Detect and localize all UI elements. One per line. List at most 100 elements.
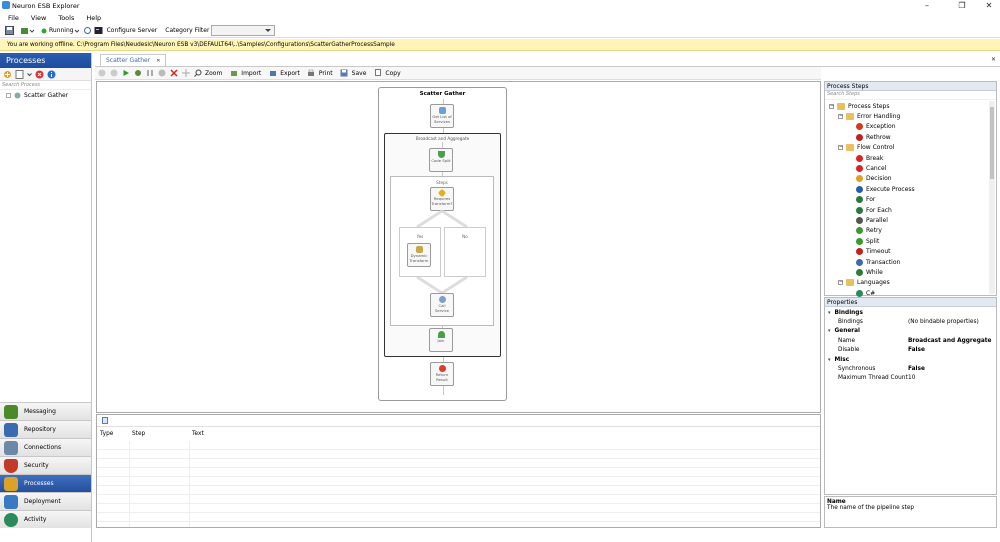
property-category[interactable]: ▾ Bindings — [825, 308, 996, 317]
pause-icon[interactable] — [145, 69, 154, 78]
copy-button[interactable]: Copy — [385, 70, 400, 77]
minimize-button[interactable]: – — [916, 0, 938, 11]
chevron-down-icon[interactable] — [74, 26, 80, 35]
forward-icon[interactable] — [109, 69, 118, 78]
delete-icon[interactable] — [35, 70, 44, 79]
console-icon[interactable] — [94, 26, 103, 35]
menu-tools[interactable]: Tools — [58, 14, 74, 22]
configure-server-button[interactable]: Configure Server — [107, 27, 158, 34]
running-status[interactable]: Running — [49, 27, 74, 34]
print-button[interactable]: Print — [319, 70, 333, 77]
back-icon[interactable] — [97, 69, 106, 78]
tree-root[interactable]: − Process Steps — [829, 101, 989, 111]
tree-step-item[interactable]: Transaction — [829, 257, 989, 267]
tree-group[interactable]: − Flow Control — [829, 143, 989, 153]
step-icon[interactable] — [133, 69, 142, 78]
tree-group[interactable]: − Languages — [829, 278, 989, 288]
branch-yes[interactable]: Yes Dynamic Transform — [399, 227, 441, 277]
restore-button[interactable]: ❐ — [951, 0, 973, 11]
collapse-icon[interactable]: − — [838, 145, 843, 151]
tree-step-item[interactable]: Rethrow — [829, 132, 989, 142]
copy-icon[interactable] — [100, 416, 109, 425]
step-return-result[interactable]: Return Result — [430, 362, 454, 386]
export-icon[interactable] — [268, 69, 277, 78]
pane-close-icon[interactable]: ✕ — [991, 56, 996, 63]
column-text[interactable]: Text — [192, 431, 204, 437]
tree-step-item[interactable]: Execute Process — [829, 184, 989, 194]
tree-step-item[interactable]: Decision — [829, 174, 989, 184]
property-value[interactable]: (No bindable properties) — [908, 319, 979, 325]
zoom-button[interactable]: Zoom — [205, 70, 222, 77]
copy-icon[interactable] — [373, 69, 382, 78]
pan-icon[interactable] — [181, 69, 190, 78]
step-get-list-of-services[interactable]: Get List of Services — [430, 104, 454, 128]
tree-step-item[interactable]: Cancel — [829, 163, 989, 173]
tab-scatter-gather[interactable]: Scatter Gather ✕ — [100, 54, 167, 66]
nav-processes[interactable]: Processes — [0, 474, 91, 492]
tree-step-item[interactable]: While — [829, 267, 989, 277]
column-step[interactable]: Step — [132, 431, 145, 437]
property-category[interactable]: ▾ General — [825, 327, 996, 336]
tree-group[interactable]: − Error Handling — [829, 111, 989, 121]
cancel-icon[interactable] — [169, 69, 178, 78]
steps-scrollbar[interactable] — [989, 101, 995, 294]
tree-item-scatter-gather[interactable]: Scatter Gather — [0, 90, 91, 100]
nav-security[interactable]: Security — [0, 456, 91, 474]
stop-icon[interactable] — [157, 69, 166, 78]
export-button[interactable]: Export — [280, 70, 300, 77]
run-icon[interactable] — [121, 69, 130, 78]
refresh-icon[interactable] — [83, 26, 92, 35]
step-join[interactable]: Join — [429, 328, 453, 352]
nav-repository[interactable]: Repository — [0, 420, 91, 438]
property-row[interactable]: Disable False — [825, 346, 996, 355]
nav-messaging[interactable]: Messaging — [0, 402, 91, 420]
close-button[interactable]: ✕ — [978, 0, 1000, 11]
menu-file[interactable]: File — [8, 14, 19, 22]
save-icon[interactable] — [340, 69, 349, 78]
search-steps-input[interactable]: Search Steps — [825, 91, 996, 100]
tree-step-item[interactable]: Split — [829, 236, 989, 246]
step-code-split[interactable]: Code Split — [429, 148, 453, 172]
tree-step-item[interactable]: Parallel — [829, 215, 989, 225]
deploy-icon[interactable] — [20, 26, 29, 35]
property-row[interactable]: Bindings (No bindable properties) — [825, 317, 996, 326]
search-process-input[interactable]: Search Process — [0, 81, 91, 90]
collapse-icon[interactable]: − — [829, 103, 834, 109]
tree-step-item[interactable]: Timeout — [829, 246, 989, 256]
print-icon[interactable] — [307, 69, 316, 78]
property-row[interactable]: Maximum Thread Count 10 — [825, 374, 996, 383]
import-button[interactable]: Import — [241, 70, 261, 77]
designer-canvas[interactable]: Scatter Gather Get List of Services Broa… — [96, 81, 821, 413]
tree-step-item[interactable]: Retry — [829, 226, 989, 236]
menu-view[interactable]: View — [31, 14, 46, 22]
menu-help[interactable]: Help — [86, 14, 101, 22]
collapse-icon[interactable]: − — [838, 114, 843, 120]
step-dynamic-transform[interactable]: Dynamic Transform — [407, 243, 431, 267]
tab-close-icon[interactable]: ✕ — [156, 58, 160, 64]
category-filter-select[interactable] — [211, 25, 276, 36]
property-value[interactable]: Broadcast and Aggregate — [908, 338, 991, 344]
chevron-down-icon[interactable] — [29, 26, 35, 35]
collapse-icon[interactable]: − — [838, 280, 843, 286]
property-row[interactable]: Name Broadcast and Aggregate — [825, 336, 996, 345]
property-row[interactable]: Synchronous False — [825, 364, 996, 373]
step-call-service[interactable]: Call Service — [430, 293, 454, 317]
nav-deployment[interactable]: Deployment — [0, 492, 91, 510]
new-document-icon[interactable] — [15, 69, 24, 79]
import-icon[interactable] — [229, 69, 238, 78]
broadcast-and-aggregate-container[interactable]: Broadcast and Aggregate Code Split Steps… — [384, 133, 501, 357]
save-icon[interactable] — [5, 26, 14, 35]
chevron-down-icon[interactable] — [27, 70, 32, 79]
property-value[interactable]: False — [908, 347, 925, 353]
save-button[interactable]: Save — [352, 70, 367, 77]
steps-container[interactable]: Steps Requires Transform? Yes Dynamic Tr… — [390, 176, 494, 326]
process-container[interactable]: Scatter Gather Get List of Services Broa… — [378, 87, 507, 401]
add-icon[interactable] — [3, 70, 12, 79]
branch-no[interactable]: No — [444, 227, 486, 277]
property-category[interactable]: ▾ Misc — [825, 355, 996, 364]
tree-step-item[interactable]: Break — [829, 153, 989, 163]
zoom-icon[interactable] — [193, 69, 202, 78]
property-value[interactable]: False — [908, 366, 925, 372]
info-icon[interactable] — [47, 70, 56, 79]
nav-connections[interactable]: Connections — [0, 438, 91, 456]
